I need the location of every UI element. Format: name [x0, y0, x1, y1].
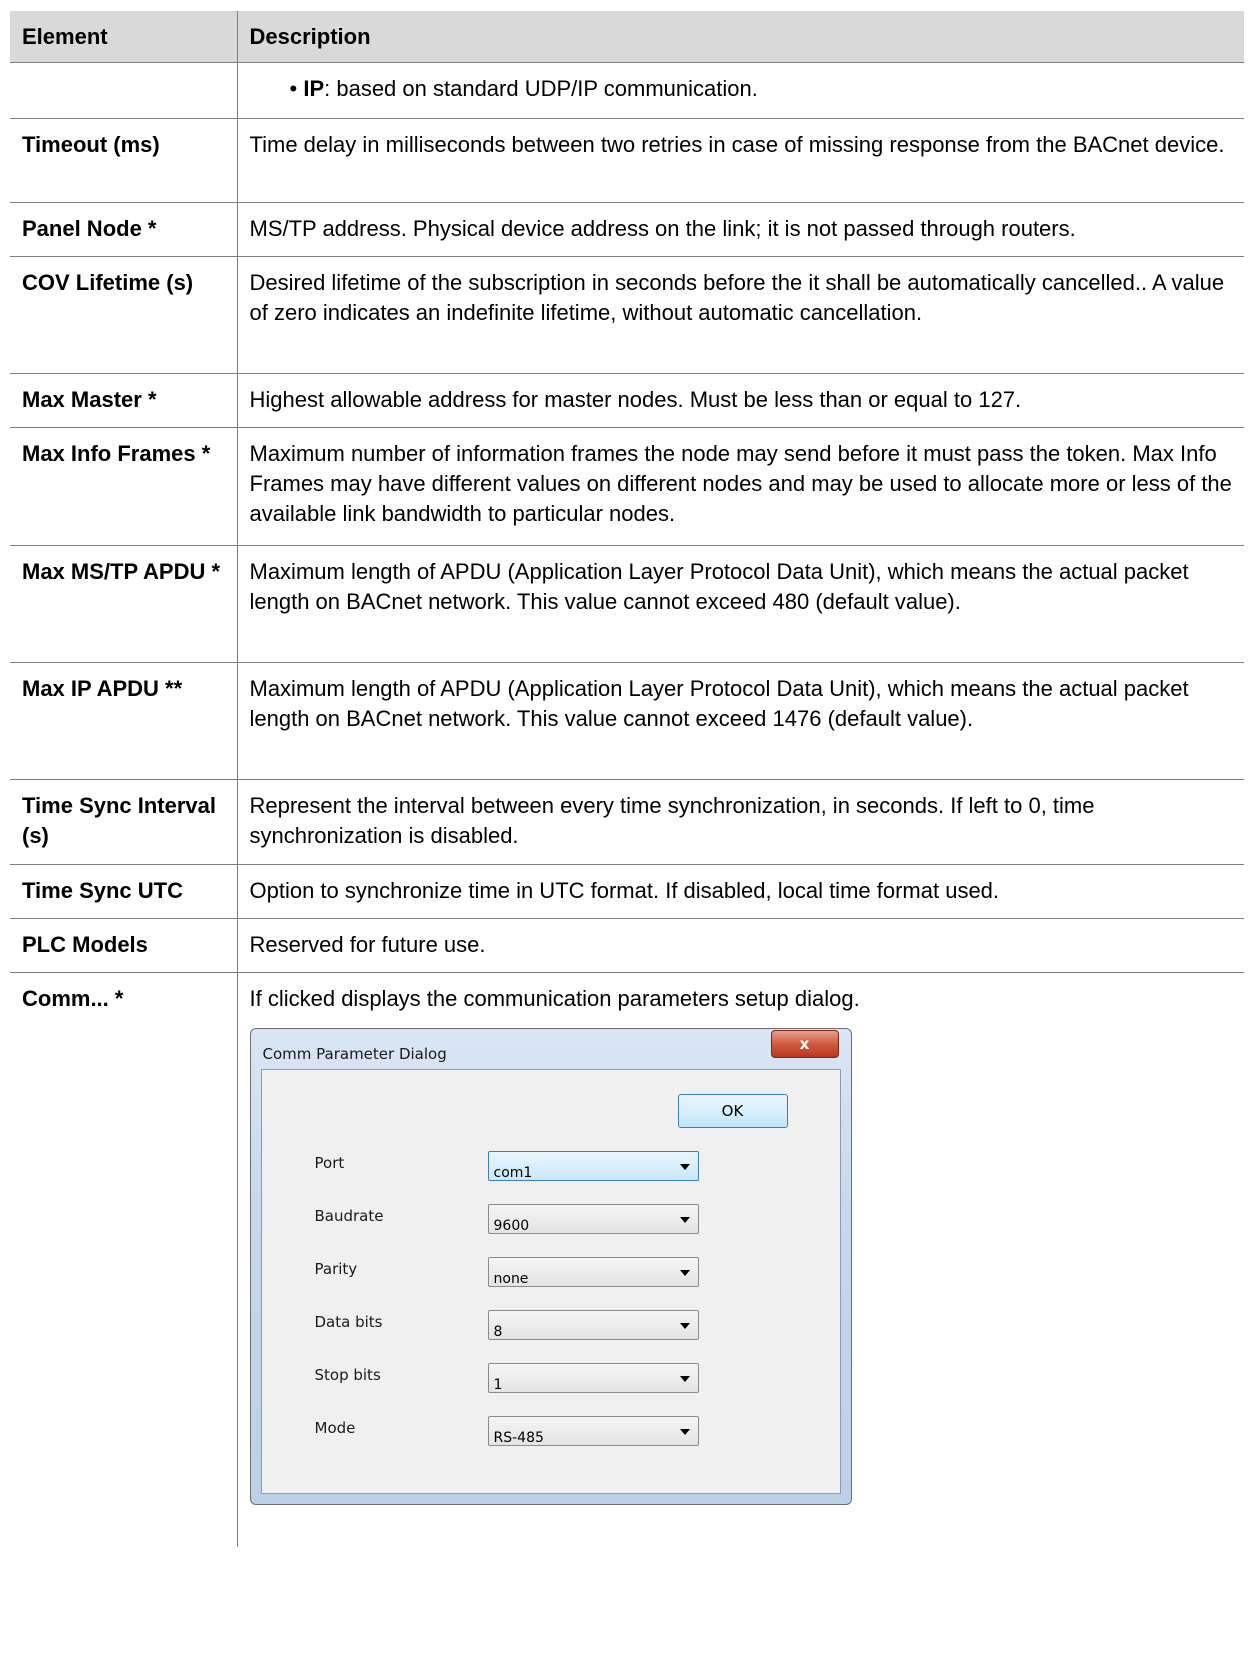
- ok-button[interactable]: OK: [677, 1093, 788, 1128]
- header-element: Element: [10, 11, 238, 63]
- row-description: Maximum length of APDU (Application Laye…: [237, 662, 1244, 780]
- row-element: [10, 62, 238, 119]
- row-element: Comm... *: [10, 972, 238, 1547]
- stop-bits-select[interactable]: 1: [487, 1362, 699, 1393]
- row-description: Desired lifetime of the subscription in …: [237, 256, 1244, 374]
- port-select[interactable]: com1: [487, 1150, 699, 1181]
- row-element: Time Sync UTC: [10, 864, 238, 919]
- table-row: Max IP APDU ** Maximum length of APDU (A…: [10, 662, 1244, 780]
- row-element: PLC Models: [10, 918, 238, 973]
- table-row: Max Master * Highest allowable address f…: [10, 373, 1244, 428]
- mode-select[interactable]: RS-485: [487, 1415, 699, 1446]
- stop-bits-value: 1: [493, 1376, 503, 1393]
- row-element: Max IP APDU **: [10, 662, 238, 780]
- close-button[interactable]: x: [770, 1029, 839, 1058]
- table-row: Max Info Frames * Maximum number of info…: [10, 427, 1244, 546]
- bullet-text: : based on standard UDP/IP communication…: [324, 75, 758, 101]
- stop-bits-label: Stop bits: [314, 1365, 381, 1384]
- chevron-down-icon: [679, 1163, 690, 1170]
- port-label: Port: [314, 1153, 345, 1172]
- row-description: If clicked displays the communication pa…: [237, 972, 1244, 1547]
- row-description: Maximum number of information frames the…: [237, 427, 1244, 546]
- chevron-down-icon: [679, 1322, 690, 1329]
- row-description: Maximum length of APDU (Application Laye…: [237, 545, 1244, 663]
- row-description: Option to synchronize time in UTC format…: [237, 864, 1244, 919]
- row-element: Timeout (ms): [10, 118, 238, 203]
- chevron-down-icon: [679, 1269, 690, 1276]
- data-bits-value: 8: [493, 1323, 503, 1340]
- table-row: • IP: based on standard UDP/IP communica…: [10, 62, 1244, 119]
- baudrate-value: 9600: [493, 1217, 530, 1234]
- chevron-down-icon: [679, 1375, 690, 1382]
- header-description: Description: [237, 11, 1244, 63]
- row-description: MS/TP address. Physical device address o…: [237, 202, 1244, 257]
- baudrate-select[interactable]: 9600: [487, 1203, 699, 1234]
- table-row: Comm... * If clicked displays the commun…: [10, 972, 1244, 1547]
- parity-value: none: [493, 1270, 529, 1287]
- table-row: Time Sync UTC Option to synchronize time…: [10, 864, 1244, 919]
- row-element: Panel Node *: [10, 202, 238, 257]
- table-row: COV Lifetime (s) Desired lifetime of the…: [10, 256, 1244, 374]
- table-header-row: Element Description: [10, 11, 1244, 63]
- data-bits-select[interactable]: 8: [487, 1309, 699, 1340]
- comm-parameter-dialog: Comm Parameter Dialog x OK Port com1 Bau…: [249, 1027, 852, 1505]
- parity-select[interactable]: none: [487, 1256, 699, 1287]
- row-element: COV Lifetime (s): [10, 256, 238, 374]
- table-row: Panel Node * MS/TP address. Physical dev…: [10, 202, 1244, 257]
- table-row: Timeout (ms) Time delay in milliseconds …: [10, 118, 1244, 203]
- mode-label: Mode: [314, 1418, 356, 1437]
- baudrate-label: Baudrate: [314, 1206, 384, 1225]
- row-element: Time Sync Interval (s): [10, 779, 238, 865]
- data-bits-label: Data bits: [314, 1312, 383, 1331]
- port-value: com1: [493, 1164, 533, 1181]
- row-description: • IP: based on standard UDP/IP communica…: [237, 62, 1244, 119]
- chevron-down-icon: [679, 1428, 690, 1435]
- bullet-term: IP: [303, 75, 325, 101]
- dialog-body: OK Port com1 Baudrate 9600 Parity none D…: [260, 1068, 841, 1494]
- row-description: Reserved for future use.: [237, 918, 1244, 973]
- parameters-table: Element Description • IP: based on stand…: [10, 11, 1244, 1547]
- chevron-down-icon: [679, 1216, 690, 1223]
- table-row: Max MS/TP APDU * Maximum length of APDU …: [10, 545, 1244, 663]
- row-description: Represent the interval between every tim…: [237, 779, 1244, 865]
- bullet-dot: •: [289, 75, 298, 101]
- row-description: Highest allowable address for master nod…: [237, 373, 1244, 428]
- row-element: Max Info Frames *: [10, 427, 238, 546]
- dialog-title: Comm Parameter Dialog: [262, 1044, 447, 1063]
- row-description: Time delay in milliseconds between two r…: [237, 118, 1244, 203]
- bullet-item: • IP: based on standard UDP/IP communica…: [250, 74, 1233, 104]
- parity-label: Parity: [314, 1259, 358, 1278]
- mode-value: RS-485: [493, 1429, 544, 1446]
- table-row: PLC Models Reserved for future use.: [10, 918, 1244, 973]
- comm-description: If clicked displays the communication pa…: [249, 985, 860, 1011]
- row-element: Max Master *: [10, 373, 238, 428]
- table-row: Time Sync Interval (s) Represent the int…: [10, 779, 1244, 865]
- row-element: Max MS/TP APDU *: [10, 545, 238, 663]
